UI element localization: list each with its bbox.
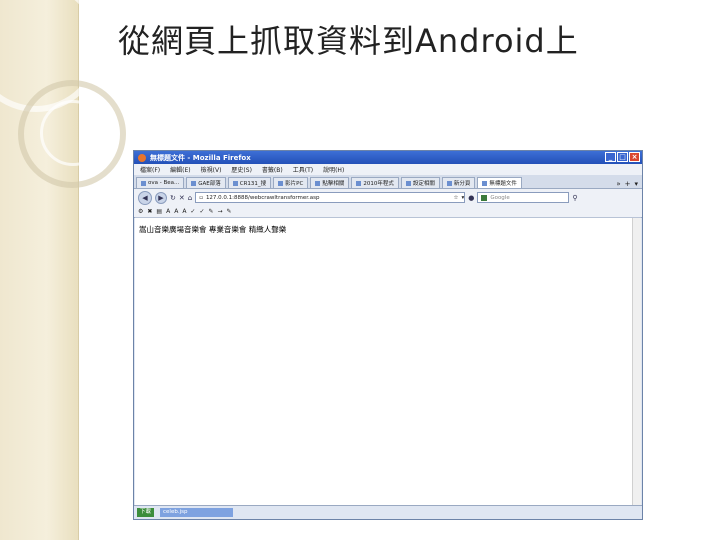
- search-box[interactable]: Google: [477, 192, 570, 203]
- back-arrow-icon[interactable]: ◀: [138, 190, 152, 205]
- page-icon: ▫: [199, 194, 203, 201]
- home-icon[interactable]: ⌂: [188, 194, 192, 202]
- tab-6[interactable]: 2010年程式: [351, 177, 399, 188]
- toolbar-tool-icon[interactable]: ✎: [227, 208, 232, 215]
- addon-icon[interactable]: ●: [468, 194, 474, 202]
- tab-2[interactable]: GAE部落: [186, 177, 226, 188]
- new-tab-icon[interactable]: +: [625, 180, 631, 188]
- tab-7[interactable]: 設定相關: [400, 177, 440, 188]
- tab-label: 無標題文件: [489, 181, 517, 187]
- page-content: 嵩山音樂廣場音樂會 專業音樂會 精緻人聲樂: [135, 217, 641, 506]
- favicon-icon: [446, 180, 452, 186]
- slide-decoration-band: [0, 0, 126, 540]
- tab-5[interactable]: 點擊相關: [310, 177, 350, 188]
- tab-label: ova - Bea...: [148, 180, 180, 186]
- magnifier-icon[interactable]: ⚲: [572, 194, 577, 202]
- favicon-icon: [482, 180, 488, 186]
- tab-active[interactable]: 無標題文件: [477, 177, 522, 188]
- close-button[interactable]: ×: [629, 152, 640, 162]
- tab-label: 2010年程式: [363, 181, 394, 187]
- tab-overflow-icon[interactable]: »: [616, 180, 620, 188]
- toolbar-tool-icon[interactable]: A: [174, 208, 178, 215]
- browser-window: 無標題文件 - Mozilla Firefox _ □ × 檔案(F) 編輯(E…: [133, 150, 643, 520]
- favicon-icon: [315, 180, 321, 186]
- bookmark-star-icon[interactable]: ☆: [454, 195, 459, 201]
- minimize-button[interactable]: _: [605, 152, 616, 162]
- firefox-icon: [138, 153, 146, 162]
- tab-label: 影片PC: [285, 181, 304, 187]
- window-title: 無標題文件 - Mozilla Firefox: [150, 153, 251, 162]
- decoration-circle: [40, 100, 106, 166]
- favicon-icon: [232, 180, 238, 186]
- page-text: 嵩山音樂廣場音樂會 專業音樂會 精緻人聲樂: [139, 225, 287, 234]
- tab-1[interactable]: ova - Bea...: [136, 177, 185, 188]
- toolbar-tool-icon[interactable]: →: [218, 208, 223, 215]
- start-button[interactable]: 下載: [137, 508, 155, 517]
- tab-label: GAE部落: [198, 181, 221, 187]
- search-placeholder: Google: [490, 194, 510, 201]
- tab-8[interactable]: 新分頁: [441, 177, 476, 188]
- navigation-bar: ◀ ▶ ↻ ✕ ⌂ ▫ 127.0.0.1:8888/webcrawltrans…: [134, 189, 642, 206]
- maximize-button[interactable]: □: [617, 152, 628, 162]
- tab-controls: » + ▾: [616, 180, 642, 188]
- toolbar-tool-icon[interactable]: ▤: [156, 208, 162, 215]
- toolbar-tool-icon[interactable]: ✓: [190, 208, 195, 215]
- taskbar-item[interactable]: celeb.jsp: [160, 508, 234, 517]
- menu-file[interactable]: 檔案(F): [140, 165, 160, 174]
- toolbar-tool-icon[interactable]: ✖: [147, 208, 152, 215]
- title-bar: 無標題文件 - Mozilla Firefox _ □ ×: [134, 151, 642, 164]
- tab-list-icon[interactable]: ▾: [634, 180, 638, 188]
- toolbar-tool-icon[interactable]: A: [166, 208, 170, 215]
- menu-help[interactable]: 說明(H): [323, 165, 344, 174]
- google-icon: [481, 194, 488, 201]
- tab-3[interactable]: CR131_搜: [227, 177, 272, 188]
- reload-icon[interactable]: ↻: [170, 194, 176, 202]
- tab-label: CR131_搜: [239, 181, 267, 187]
- favicon-icon: [278, 180, 284, 186]
- dropdown-icon[interactable]: ▾: [461, 195, 464, 201]
- toolbar-tool-icon[interactable]: ✎: [208, 208, 213, 215]
- tab-label: 設定相關: [412, 181, 435, 187]
- address-bar[interactable]: ▫ 127.0.0.1:8888/webcrawltransformer.asp…: [195, 192, 466, 203]
- window-controls: _ □ ×: [605, 152, 640, 162]
- favicon-icon: [191, 180, 197, 186]
- slide-title: 從網頁上抓取資料到Android上: [118, 22, 579, 60]
- menu-view[interactable]: 檢視(V): [201, 165, 222, 174]
- tab-4[interactable]: 影片PC: [273, 177, 309, 188]
- menu-history[interactable]: 歷史(S): [231, 165, 252, 174]
- tab-label: 新分頁: [453, 181, 471, 187]
- stop-icon[interactable]: ✕: [179, 194, 185, 202]
- toolbar-tool-icon[interactable]: A: [182, 208, 186, 215]
- tab-bar: ova - Bea... GAE部落 CR131_搜 影片PC 點擊相關 201…: [134, 175, 642, 189]
- toolbar-tool-icon[interactable]: ✓: [199, 208, 204, 215]
- menu-tools[interactable]: 工具(T): [293, 165, 313, 174]
- favicon-icon: [405, 180, 411, 186]
- vertical-scrollbar[interactable]: [632, 218, 641, 506]
- url-text: 127.0.0.1:8888/webcrawltransformer.asp: [205, 194, 320, 201]
- favicon-icon: [141, 180, 146, 186]
- status-bar: 下載 celeb.jsp: [134, 505, 642, 519]
- menu-bar: 檔案(F) 編輯(E) 檢視(V) 歷史(S) 書籤(B) 工具(T) 說明(H…: [134, 164, 642, 175]
- favicon-icon: [356, 180, 362, 186]
- tab-label: 點擊相關: [322, 181, 345, 187]
- toolbar-tool-icon[interactable]: ⚙: [138, 208, 143, 215]
- forward-arrow-icon[interactable]: ▶: [155, 191, 167, 204]
- menu-edit[interactable]: 編輯(E): [170, 165, 190, 174]
- menu-bookmarks[interactable]: 書籤(B): [262, 165, 283, 174]
